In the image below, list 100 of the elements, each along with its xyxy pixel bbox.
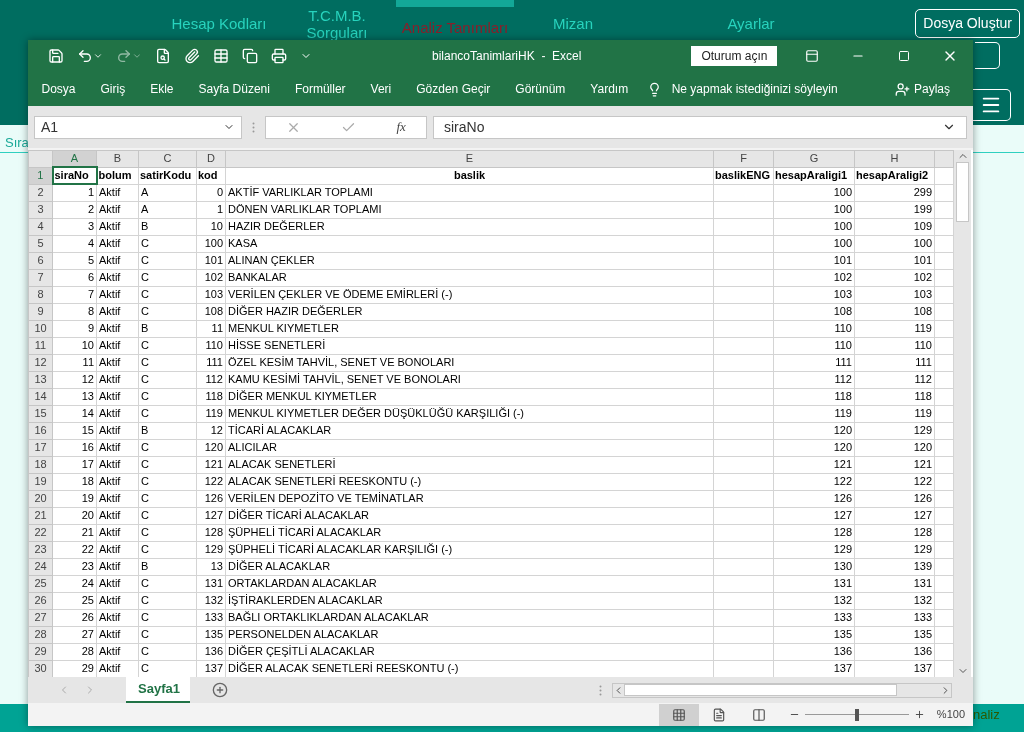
name-box[interactable]: A1 [34,115,242,139]
ribbon-tab[interactable]: Dosya [29,72,88,106]
column-header[interactable]: F [713,150,774,167]
scroll-thumb[interactable] [956,162,969,222]
create-file-button[interactable]: Dosya Oluştur [915,9,1020,38]
table-cell: 111 [196,354,226,371]
column-header[interactable]: H [854,150,935,167]
print-icon[interactable] [271,48,287,64]
ribbon-tab[interactable]: Yardım [577,72,641,106]
table-cell: 20 [52,507,97,524]
ribbon-tab[interactable]: Gözden Geçir [403,72,503,106]
sign-in-button[interactable]: Oturum açın [691,46,778,66]
attachment-icon[interactable] [184,48,200,64]
person-icon[interactable] [894,81,910,97]
horizontal-scrollbar[interactable] [612,682,952,698]
table-cell: 28 [52,643,97,660]
table-cell: 13 [52,388,97,405]
table-cell: C [138,626,197,643]
zoom-slider[interactable] [804,708,909,721]
table-cell: 102 [854,269,935,286]
table-cell: 112 [854,371,935,388]
zoom-level[interactable]: %100 [936,706,965,723]
ribbon-tab[interactable]: Ekle [137,72,187,106]
window-title: bilancoTanimlariHK - Excel [432,48,582,65]
sheet-tab[interactable]: Sayfa1 [126,677,190,703]
maximize-icon[interactable] [898,50,910,62]
table-cell: 108 [196,303,226,320]
table-icon[interactable] [213,48,229,64]
table-cell: 3 [52,218,97,235]
table-cell: 7 [52,286,97,303]
table-cell: C [138,235,197,252]
ribbon-tab[interactable]: Veri [358,72,404,106]
table-cell: B [138,218,197,235]
table-cell: 103 [773,286,855,303]
table-cell: 26 [52,609,97,626]
ribbon-tab[interactable]: Formüller [282,72,359,106]
table-cell: BAĞLI ORTAKLIKLARDAN ALACAKLAR [225,609,714,626]
table-cell: 10 [52,337,97,354]
table-cell: C [138,575,197,592]
table-cell: 23 [52,558,97,575]
table-cell: hesapAraligi2 [854,167,935,184]
table-cell: Aktif [96,592,139,609]
table-cell: DİĞER ALACAKLAR [225,558,714,575]
table-cell: 120 [196,439,226,456]
table-cell: 129 [854,541,935,558]
table-cell: DİĞER MENKUL KIYMETLER [225,388,714,405]
ribbon-tab[interactable]: Görünüm [502,72,578,106]
table-cell: baslikENG [713,167,774,184]
table-cell: 119 [773,405,855,422]
table-cell: Aktif [96,490,139,507]
copy-icon[interactable] [242,48,258,64]
formula-field[interactable]: siraNo [433,115,967,139]
table-cell: KAMU KESİMİ TAHVİL, SENET VE BONOLARI [225,371,714,388]
table-cell: Aktif [96,184,139,201]
print-preview-icon[interactable] [155,48,171,64]
table-cell: 10 [196,218,226,235]
table-cell: 122 [773,473,855,490]
table-cell: 126 [773,490,855,507]
table-cell: C [138,439,197,456]
table-cell: Aktif [96,473,139,490]
share-button[interactable]: Paylaş [913,80,950,98]
column-header[interactable]: D [196,150,226,167]
column-header[interactable]: E [225,150,714,167]
table-cell: 100 [773,218,855,235]
vertical-scrollbar[interactable] [954,150,971,677]
ribbon-display-icon[interactable] [805,49,819,63]
table-cell: 122 [854,473,935,490]
column-header[interactable]: C [138,150,197,167]
redo-icon[interactable] [116,48,132,64]
table-cell: Aktif [96,269,139,286]
table-cell: hesapAraligi1 [773,167,855,184]
zoom-in-icon[interactable] [913,709,925,720]
tell-me-field[interactable]: Ne yapmak istediğinizi söyleyin [671,80,838,98]
table-cell: MENKUL KIYMETLER DEĞER DÜŞÜKLÜĞÜ KARŞILIĞI (-) [225,405,714,422]
table-cell: 100 [773,201,855,218]
table-cell: C [138,490,197,507]
save-icon[interactable] [48,48,64,64]
outline-button[interactable] [975,42,1000,69]
table-cell: 103 [854,286,935,303]
normal-view-button[interactable] [658,703,699,726]
table-cell: bolum [96,167,139,184]
table-cell: 129 [773,541,855,558]
column-header[interactable]: G [773,150,855,167]
table-cell: DİĞER HAZIR DEĞERLER [225,303,714,320]
table-cell: 1 [196,201,226,218]
column-header[interactable]: B [96,150,139,167]
table-cell: 100 [773,235,855,252]
ribbon-tab[interactable]: Sayfa Düzeni [186,72,283,106]
table-cell: 133 [196,609,226,626]
table-cell: ALINAN ÇEKLER [225,252,714,269]
table-cell: HAZIR DEĞERLER [225,218,714,235]
table-cell: VERİLEN ÇEKLER VE ÖDEME EMİRLERİ (-) [225,286,714,303]
ribbon-tab[interactable]: Giriş [88,72,138,106]
insert-function-button[interactable]: fx [396,117,406,137]
undo-icon[interactable] [77,48,93,64]
table-cell: Aktif [96,286,139,303]
column-header[interactable]: A [52,150,97,167]
scroll-thumb[interactable] [624,684,897,696]
table-cell: C [138,456,197,473]
add-sheet-icon[interactable] [212,682,228,698]
